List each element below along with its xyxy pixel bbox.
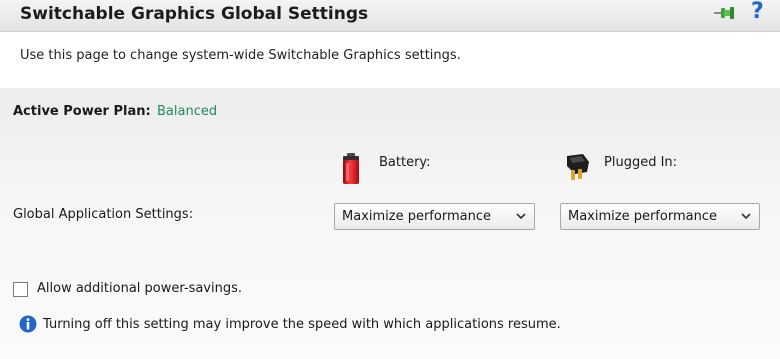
info-icon <box>19 315 37 333</box>
description-panel: Use this page to change system-wide Swit… <box>0 32 780 88</box>
pin-icon[interactable] <box>714 4 736 22</box>
plugged-in-column-label: Plugged In: <box>604 155 678 170</box>
global-application-settings-label: Global Application Settings: <box>13 207 194 222</box>
battery-icon <box>343 153 359 184</box>
info-message: Turning off this setting may improve the… <box>43 317 561 332</box>
plug-icon <box>567 154 589 180</box>
power-plan-label: Active Power Plan: <box>13 104 151 119</box>
title-bar: Switchable Graphics Global Settings ? <box>0 0 780 32</box>
battery-column-label: Battery: <box>379 155 431 170</box>
plugged-dropdown-value: Maximize performance <box>568 209 717 224</box>
help-icon[interactable]: ? <box>751 0 764 24</box>
battery-dropdown-value: Maximize performance <box>342 209 491 224</box>
page-title: Switchable Graphics Global Settings <box>20 4 369 24</box>
plugged-in-performance-dropdown[interactable]: Maximize performance <box>560 203 760 230</box>
power-plan-value: Balanced <box>157 104 218 119</box>
power-savings-label[interactable]: Allow additional power-savings. <box>37 281 242 296</box>
chevron-down-icon <box>516 213 526 220</box>
chevron-down-icon <box>741 213 751 220</box>
settings-panel: Active Power Plan: Balanced Battery: Plu… <box>0 88 780 359</box>
power-savings-checkbox[interactable] <box>13 282 28 297</box>
battery-performance-dropdown[interactable]: Maximize performance <box>334 203 535 230</box>
page-description: Use this page to change system-wide Swit… <box>20 48 461 63</box>
